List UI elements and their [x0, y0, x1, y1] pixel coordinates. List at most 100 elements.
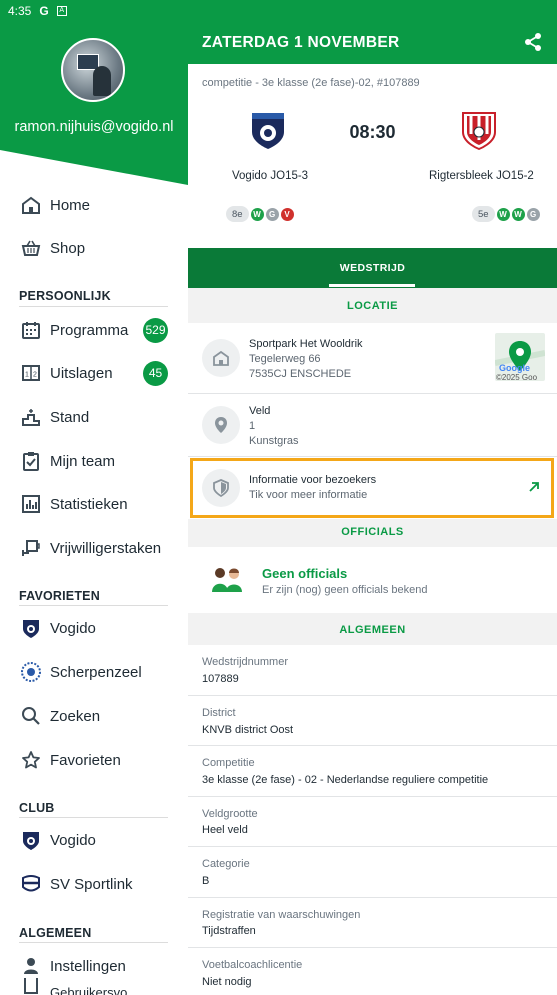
nav-item-statistieken[interactable]: Statistieken — [0, 484, 188, 524]
nav-item-club-vogido[interactable]: Vogido — [0, 820, 188, 860]
home-team-rank: 8e — [226, 206, 249, 222]
external-link-arrow-icon — [527, 480, 541, 499]
sportlink-icon — [20, 873, 42, 895]
club-crest-icon — [20, 617, 42, 639]
stadium-icon — [202, 339, 240, 377]
shield-icon — [202, 469, 240, 507]
form-result-win: W — [511, 207, 525, 221]
badge-uitslagen-count: 45 — [143, 360, 168, 386]
match-detail-panel: ZATERDAG 1 NOVEMBER competitie - 3e klas… — [188, 0, 557, 995]
general-value-district: KNVB district Oost — [202, 724, 294, 736]
tab-active-indicator — [329, 284, 415, 287]
away-team-name[interactable]: Rigtersbleek JO15-2 — [429, 170, 534, 182]
form-result-win: W — [250, 207, 264, 221]
map-thumbnail[interactable]: Google ©2025 Goo — [495, 333, 545, 381]
general-label-competitie: Competitie — [202, 757, 255, 769]
officials-title: Geen officials — [262, 566, 348, 581]
nav-item-shop[interactable]: Shop — [0, 228, 188, 268]
nav-label-stand: Stand — [50, 408, 90, 426]
section-divider — [19, 817, 168, 818]
officials-people-icon — [210, 565, 244, 598]
cup-hand-icon — [20, 537, 42, 559]
clipboard-check-icon — [20, 450, 42, 472]
general-label-district: District — [202, 707, 236, 719]
match-summary-card: competitie - 3e klasse (2e fase)-02, #10… — [188, 64, 557, 248]
field-label: Veld — [249, 405, 271, 417]
section-heading-officials: OFFICIALS — [341, 526, 404, 538]
nav-item-gebruikersvoorwaarden[interactable]: Gebruikersvo... — [0, 978, 188, 995]
star-icon — [20, 749, 42, 771]
status-bar: 4:35 G A — [0, 0, 557, 22]
form-result-draw: G — [265, 207, 279, 221]
location-address-row[interactable]: Sportpark Het Wooldrik Tegelerweg 66 753… — [188, 323, 557, 393]
kickoff-time: 08:30 — [349, 122, 396, 142]
user-email: ramon.nijhuis@vogido.nl — [14, 119, 174, 135]
venue-name: Sportpark Het Wooldrik — [249, 338, 363, 350]
general-info-list: Wedstrijdnummer 107889 District KNVB dis… — [188, 645, 557, 995]
section-title-favorieten: FAVORIETEN — [19, 589, 100, 603]
search-icon — [20, 705, 42, 727]
nav-item-favorieten[interactable]: Favorieten — [0, 740, 188, 780]
nav-item-favorite-scherpenzeel[interactable]: Scherpenzeel — [0, 652, 188, 692]
person-settings-icon — [20, 955, 42, 977]
calendar-icon — [20, 319, 42, 341]
page-title: ZATERDAG 1 NOVEMBER — [202, 34, 400, 51]
row-divider — [188, 846, 557, 847]
general-value-coachlicentie: Niet nodig — [202, 976, 252, 988]
away-team-form: 5e W W G — [472, 206, 540, 222]
notification-box-icon: A — [56, 6, 67, 16]
nav-item-home[interactable]: Home — [0, 185, 188, 225]
nav-label-uitslagen: Uitslagen — [50, 364, 113, 382]
nav-item-sv-sportlink[interactable]: SV Sportlink — [0, 864, 188, 904]
home-team-form: 8e W G V — [226, 206, 294, 222]
section-divider — [19, 942, 168, 943]
venue-street: Tegelerweg 66 — [249, 353, 321, 365]
row-divider — [188, 695, 557, 696]
visitor-info-subtitle: Tik voor meer informatie — [249, 489, 368, 501]
visitor-info-row[interactable]: Informatie voor bezoekers Tik voor meer … — [188, 457, 557, 519]
section-heading-locatie: LOCATIE — [347, 300, 398, 312]
section-divider — [19, 306, 168, 307]
nav-label-programma: Programma — [50, 321, 129, 339]
field-info-row: Veld 1 Kunstgras — [188, 394, 557, 456]
nav-item-mijn-team[interactable]: Mijn team — [0, 441, 188, 481]
nav-label-gebruikersvoorwaarden: Gebruikersvo... — [50, 985, 139, 995]
general-label-wedstrijdnummer: Wedstrijdnummer — [202, 656, 288, 668]
nav-label-zoeken: Zoeken — [50, 707, 101, 725]
general-value-waarschuwingen: Tijdstraffen — [202, 925, 256, 937]
general-label-veldgrootte: Veldgrootte — [202, 808, 258, 820]
section-divider — [19, 605, 168, 606]
nav-label-vrijwilligerstaken: Vrijwilligerstaken — [50, 539, 162, 557]
nav-item-stand[interactable]: Stand — [0, 397, 188, 437]
tab-wedstrijd[interactable]: WEDSTRIJD — [188, 262, 557, 274]
share-icon[interactable] — [523, 32, 543, 52]
map-copyright: ©2025 Goo — [496, 373, 538, 381]
form-result-loss: V — [280, 207, 294, 221]
general-value-wedstrijdnummer: 107889 — [202, 673, 239, 685]
nav-item-zoeken[interactable]: Zoeken — [0, 696, 188, 736]
svg-text:1: 1 — [25, 372, 29, 379]
document-icon — [20, 978, 42, 995]
nav-item-programma[interactable]: Programma 529 — [0, 310, 188, 350]
general-value-competitie: 3e klasse (2e fase) - 02 - Nederlandse r… — [202, 774, 489, 786]
nav-label-favorite-vogido: Vogido — [50, 619, 96, 637]
club-crest-icon — [20, 829, 42, 851]
row-divider — [188, 897, 557, 898]
avatar[interactable] — [61, 38, 125, 102]
general-value-veldgrootte: Heel veld — [202, 824, 248, 836]
section-heading-algemeen: ALGEMEEN — [339, 624, 406, 636]
officials-subtitle: Er zijn (nog) geen officials bekend — [262, 584, 428, 596]
drawer-header: ramon.nijhuis@vogido.nl — [0, 0, 188, 185]
nav-item-favorite-vogido[interactable]: Vogido — [0, 608, 188, 648]
nav-item-uitslagen[interactable]: 12 Uitslagen 45 — [0, 353, 188, 393]
badge-programma-count: 529 — [143, 317, 168, 343]
avatar-photo-person — [93, 66, 111, 96]
pin-icon — [202, 406, 240, 444]
nav-item-vrijwilligerstaken[interactable]: Vrijwilligerstaken — [0, 528, 188, 568]
navigation-drawer: ramon.nijhuis@vogido.nl Home Shop PERSOO… — [0, 0, 188, 995]
away-club-crest — [462, 112, 496, 150]
home-team-name[interactable]: Vogido JO15-3 — [232, 170, 308, 182]
row-divider — [188, 947, 557, 948]
nav-label-mijn-team: Mijn team — [50, 452, 116, 470]
section-title-club: CLUB — [19, 801, 55, 815]
